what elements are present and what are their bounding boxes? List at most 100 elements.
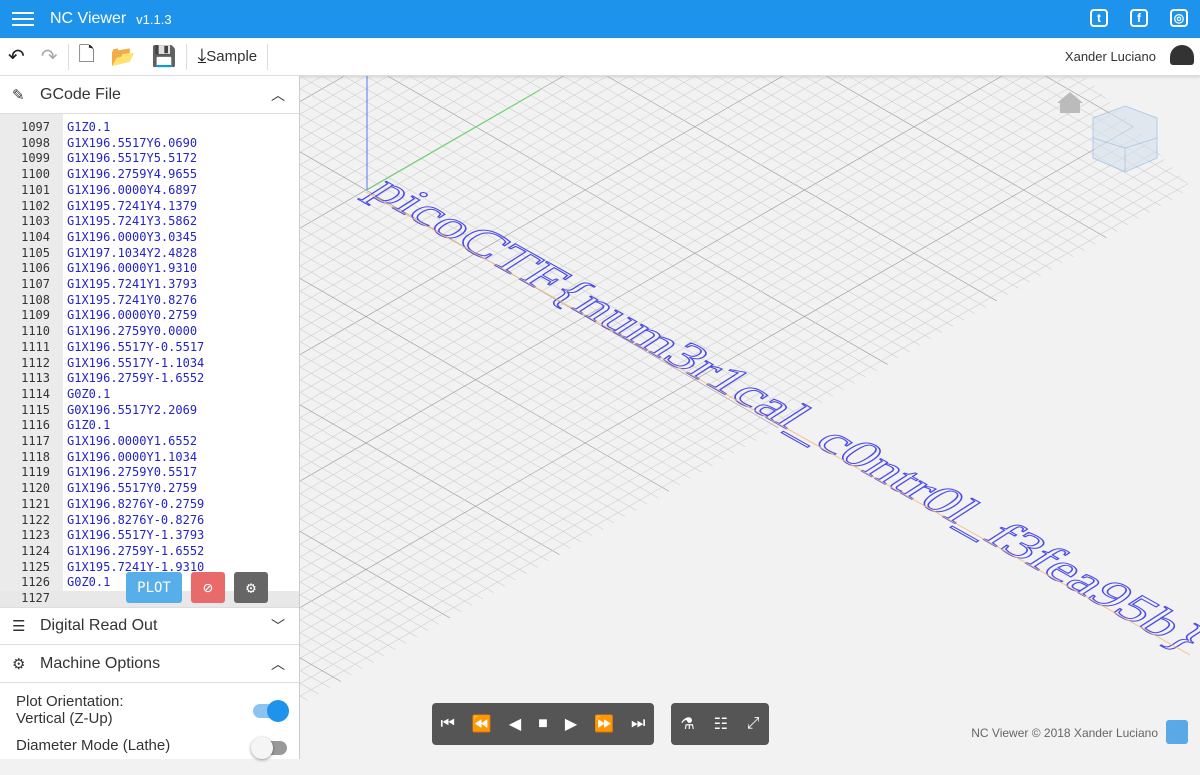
code-line[interactable]: 1102G1X195.7241Y4.1379 bbox=[0, 199, 299, 215]
grid-line bbox=[300, 456, 732, 705]
grid-line bbox=[504, 303, 1200, 705]
view-cube[interactable] bbox=[1093, 106, 1157, 172]
line-text: G1X196.5517Y5.5172 bbox=[67, 151, 197, 167]
chevron-down-icon: ﹀ bbox=[271, 616, 285, 636]
plot-orientation-toggle[interactable] bbox=[253, 704, 287, 718]
line-number: 1115 bbox=[0, 403, 50, 419]
grid-line bbox=[300, 620, 447, 705]
gcode-editor[interactable]: 1097G1Z0.11098G1X196.5517Y6.06901099 G1X1… bbox=[0, 114, 299, 607]
divider bbox=[267, 44, 268, 70]
grid-line bbox=[804, 76, 1200, 304]
sliders-icon[interactable]: ☷ bbox=[707, 714, 735, 734]
flask-icon[interactable]: ⚗ bbox=[673, 714, 701, 734]
line-number: 1099 bbox=[0, 151, 50, 167]
grid-line bbox=[307, 189, 1200, 705]
line-number: 1127 bbox=[0, 591, 50, 607]
code-line[interactable]: 1118G1X196.0000Y1.1034 bbox=[0, 450, 299, 466]
stop-icon[interactable]: ■ bbox=[531, 715, 555, 733]
facebook-icon[interactable]: f bbox=[1130, 9, 1148, 27]
instagram-icon[interactable]: ◎ bbox=[1170, 9, 1188, 27]
code-line[interactable]: 1097G1Z0.1 bbox=[0, 120, 299, 136]
app-title: NC Viewer bbox=[50, 10, 126, 28]
sample-button[interactable]: ⤓Sample bbox=[189, 38, 265, 76]
play-icon[interactable]: ▶ bbox=[558, 714, 584, 734]
machine-options-section-header[interactable]: ⚙ Machine Options ︿ bbox=[0, 645, 299, 683]
digital-read-out-section-header[interactable]: ☰ Digital Read Out ﹀ bbox=[0, 607, 299, 645]
twitter-icon[interactable]: t bbox=[1090, 9, 1108, 27]
code-line[interactable]: 1105G1X197.1034Y2.4828 bbox=[0, 246, 299, 262]
plot-button[interactable]: PLOT bbox=[126, 572, 182, 603]
step-forward-icon[interactable]: ⏩ bbox=[587, 714, 621, 734]
clear-button[interactable]: ⊘ bbox=[191, 572, 225, 603]
grid-line bbox=[300, 203, 1171, 705]
redo-button[interactable]: ↷ bbox=[33, 38, 66, 76]
new-file-button[interactable]: 🗋 bbox=[71, 38, 103, 76]
save-button[interactable]: 💾 bbox=[144, 38, 185, 76]
author-name: Xander Luciano bbox=[1065, 49, 1156, 64]
code-line[interactable]: 1112 G1X196.5517Y-1.1034 bbox=[0, 356, 299, 372]
code-line[interactable]: 1117 G1X196.0000Y1.6552 bbox=[0, 434, 299, 450]
code-line[interactable]: 1116G1Z0.1 bbox=[0, 418, 299, 434]
code-line[interactable]: 1107G1X195.7241Y1.3793 bbox=[0, 277, 299, 293]
grid-line bbox=[613, 367, 1200, 705]
grid-line bbox=[300, 519, 623, 705]
hamburger-menu-icon[interactable] bbox=[12, 8, 34, 30]
grid-line bbox=[870, 76, 1200, 266]
code-line[interactable]: 1124G1X196.2759Y-1.6552 bbox=[0, 544, 299, 560]
code-line[interactable]: 1119G1X196.2759Y0.5517 bbox=[0, 465, 299, 481]
code-line[interactable]: 1103G1X195.7241Y3.5862 bbox=[0, 214, 299, 230]
reverse-play-icon[interactable]: ◀ bbox=[502, 714, 528, 734]
fullscreen-icon[interactable]: ⤢ bbox=[740, 715, 767, 733]
grid-line bbox=[300, 88, 1200, 607]
grid-line bbox=[394, 240, 1200, 705]
line-text: G1X196.5517Y-1.1034 bbox=[67, 356, 204, 372]
code-line[interactable]: 1120G1X196.5517Y0.2759 bbox=[0, 481, 299, 497]
grid-line bbox=[300, 392, 842, 705]
line-text: G1X196.0000Y1.6552 bbox=[67, 434, 197, 450]
3d-viewport[interactable]: picoCTF{num3r1cal_c0ntr0l_f3fea95b} bbox=[300, 76, 1200, 759]
code-line[interactable]: 1100G1X196.2759Y4.9655 bbox=[0, 167, 299, 183]
grid-line bbox=[300, 190, 1193, 705]
code-line[interactable]: 1101G1X196.0000Y4.6897 bbox=[0, 183, 299, 199]
line-number: 1112 bbox=[0, 356, 50, 372]
grid-line bbox=[892, 76, 1200, 254]
option-label: Diameter Mode (Lathe) bbox=[16, 737, 283, 754]
undo-button[interactable]: ↶ bbox=[0, 38, 33, 76]
code-line[interactable]: 1098G1X196.5517Y6.0690 bbox=[0, 136, 299, 152]
code-line[interactable]: 1123G1X196.5517Y-1.3793 bbox=[0, 528, 299, 544]
skip-to-end-icon[interactable]: ⏭ bbox=[624, 715, 652, 733]
code-line[interactable]: 1108G1X195.7241Y0.8276 bbox=[0, 293, 299, 309]
code-line[interactable]: 1099 G1X196.5517Y5.5172 bbox=[0, 151, 299, 167]
code-line[interactable]: 1109G1X196.0000Y0.2759 bbox=[0, 308, 299, 324]
grid-line bbox=[914, 76, 1200, 241]
grid-line bbox=[410, 76, 1200, 532]
code-line[interactable]: 1114G0Z0.1 bbox=[0, 387, 299, 403]
editor-settings-button[interactable]: ⚙ bbox=[234, 572, 268, 603]
diameter-mode-toggle[interactable] bbox=[253, 741, 287, 755]
line-number: 1117 bbox=[0, 434, 50, 450]
line-number: 1123 bbox=[0, 528, 50, 544]
gcode-file-section-header[interactable]: ✎ GCode File ︿ bbox=[0, 76, 299, 114]
chevron-up-icon: ︿ bbox=[271, 85, 285, 105]
grid-line bbox=[300, 89, 1200, 608]
code-line[interactable]: 1106G1X196.0000Y1.9310 bbox=[0, 261, 299, 277]
playback-controls: ⏮ ⏪ ◀ ■ ▶ ⏩ ⏭ bbox=[432, 703, 654, 745]
line-number: 1116 bbox=[0, 418, 50, 434]
ban-icon: ⊘ bbox=[203, 578, 213, 597]
code-line[interactable]: 1113G1X196.2759Y-1.6552 bbox=[0, 371, 299, 387]
line-text: G0Z0.1 bbox=[67, 575, 110, 591]
code-line[interactable]: 1115G0X196.5517Y2.2069 bbox=[0, 403, 299, 419]
code-line[interactable]: 1121G1X196.8276Y-0.2759 bbox=[0, 497, 299, 513]
grid-line bbox=[526, 316, 1200, 705]
line-number: 1119 bbox=[0, 465, 50, 481]
open-folder-button[interactable]: 📂 bbox=[103, 38, 144, 76]
code-line[interactable]: 1104G1X196.0000Y3.0345 bbox=[0, 230, 299, 246]
line-text: G1X196.0000Y1.9310 bbox=[67, 261, 197, 277]
skip-to-start-icon[interactable]: ⏮ bbox=[434, 715, 462, 733]
line-number: 1109 bbox=[0, 308, 50, 324]
code-line[interactable]: 1122G1X196.8276Y-0.8276 bbox=[0, 513, 299, 529]
dashboard-gauge-icon[interactable] bbox=[1170, 45, 1194, 65]
code-line[interactable]: 1110G1X196.2759Y0.0000 bbox=[0, 324, 299, 340]
code-line[interactable]: 1111G1X196.5517Y-0.5517 bbox=[0, 340, 299, 356]
step-back-icon[interactable]: ⏪ bbox=[465, 714, 499, 734]
